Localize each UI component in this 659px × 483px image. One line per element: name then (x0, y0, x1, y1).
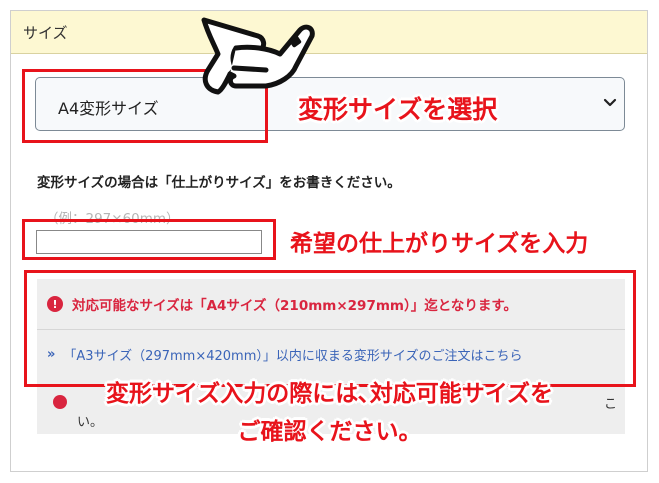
custom-size-note: 変形サイズの場合は「仕上がりサイズ」をお書きください。 (37, 175, 401, 191)
size-example-hint: （例：297×60mm） (45, 211, 180, 227)
a3-order-link[interactable]: » 「A3サイズ（297mm×420mm）」以内に収まる変形サイズのご注文はこち… (47, 343, 617, 365)
size-limit-alert: ! 対応可能なサイズは「A4サイズ（210mm×297mm）」迄となります。 (47, 289, 617, 319)
double-chevron-right-icon: » (47, 346, 56, 362)
alert-text: 対応可能なサイズは「A4サイズ（210mm×297mm）」迄となります。 (72, 298, 517, 314)
select-callout: 変形サイズを選択 (298, 95, 498, 124)
alert-icon: ! (47, 296, 63, 312)
divider (37, 329, 625, 330)
a3-order-link-text: 「A3サイズ（297mm×420mm）」以内に収まる変形サイズのご注文はこちら (63, 348, 523, 364)
pointing-hand-icon (201, 17, 315, 95)
finished-size-input[interactable] (36, 230, 262, 254)
info-box: ! 対応可能なサイズは「A4サイズ（210mm×297mm）」迄となります。 »… (37, 279, 625, 434)
panel-header: サイズ (11, 11, 647, 54)
size-select-value: A4変形サイズ (58, 99, 159, 118)
input-callout: 希望の仕上がりサイズを入力 (290, 231, 589, 257)
panel-title: サイズ (23, 23, 68, 42)
bottom-callout-line2: ご確認ください。 (237, 419, 422, 445)
chevron-down-icon (603, 98, 617, 107)
bottom-callout-line1: 変形サイズ入力の際には､対応可能サイズを (105, 381, 554, 407)
